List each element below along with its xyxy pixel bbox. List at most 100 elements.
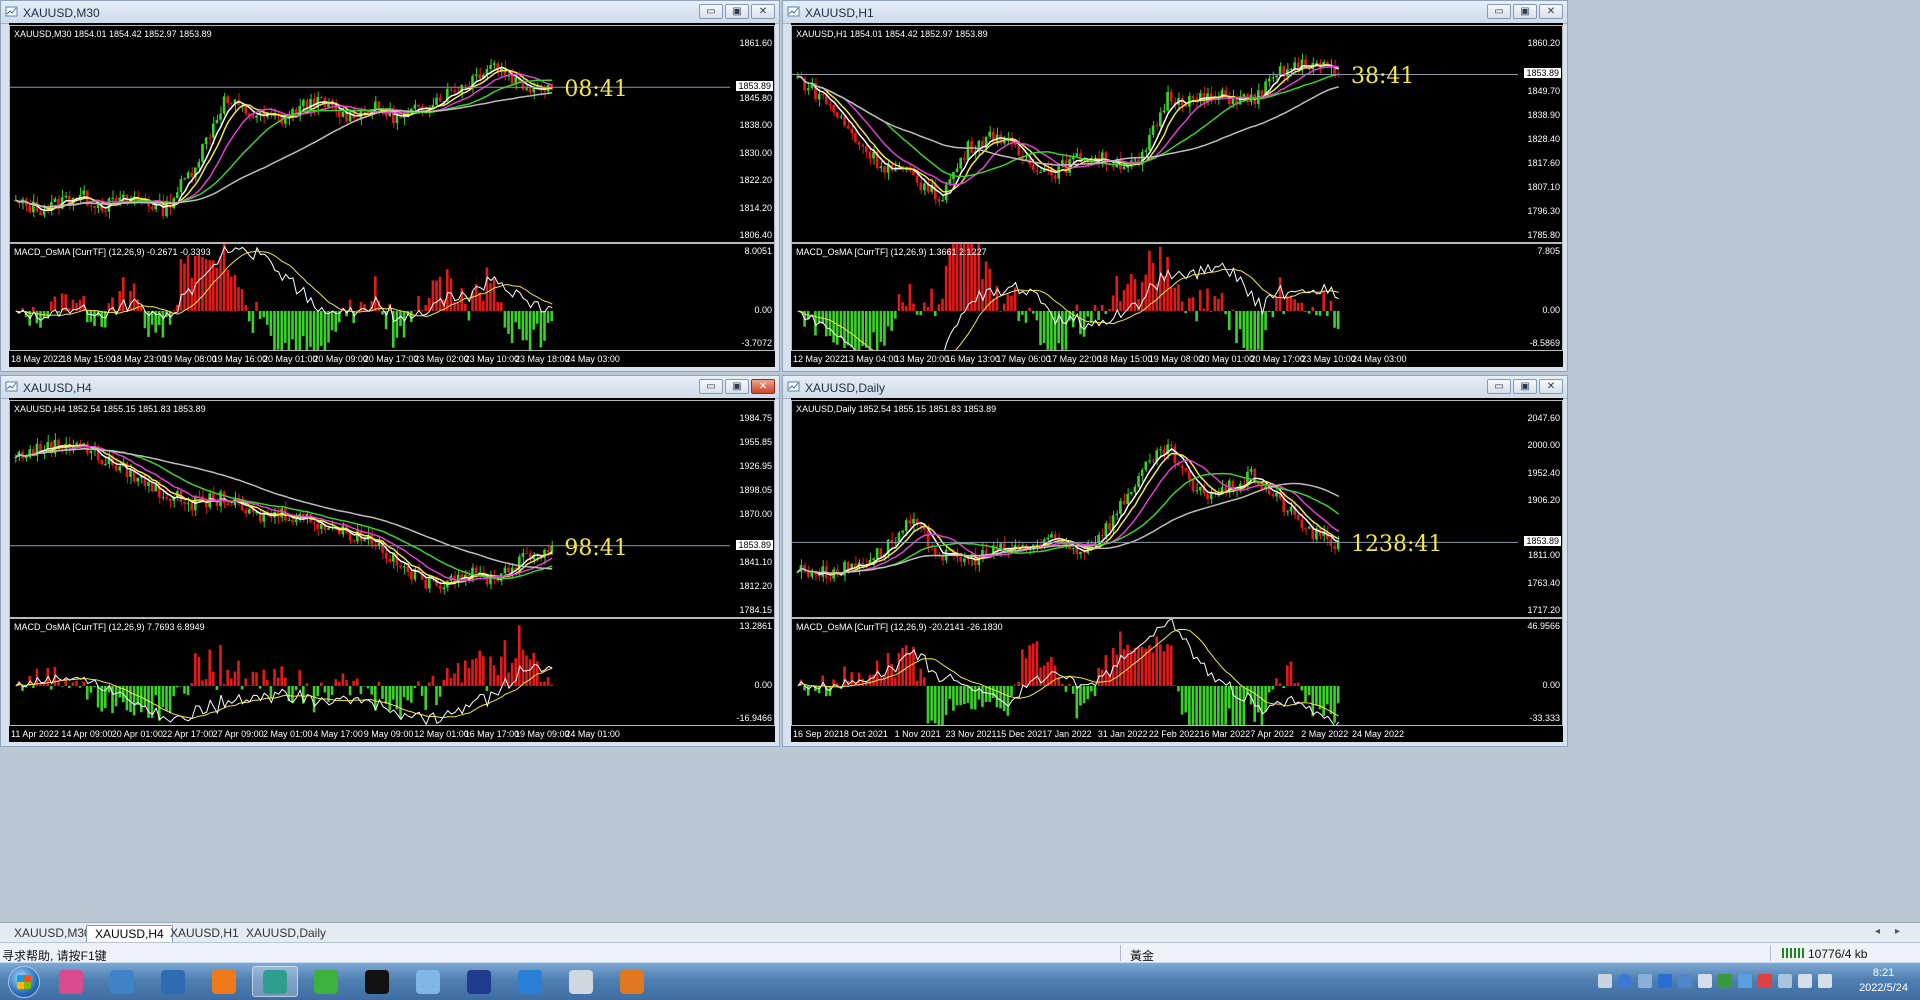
tray-sync-icon[interactable] <box>1778 974 1792 988</box>
time-axis[interactable]: 18 May 202218 May 15:0018 May 23:0019 Ma… <box>9 353 729 367</box>
minimize-button[interactable]: ▭ <box>699 4 723 19</box>
chart-area[interactable]: XAUUSD,Daily 1852.54 1855.15 1851.83 185… <box>791 398 1563 742</box>
candle <box>421 103 424 116</box>
taskbar-photoshop-button[interactable] <box>456 966 502 997</box>
taskbar-refresh-button[interactable] <box>201 966 247 997</box>
taskbar-app-button[interactable] <box>252 966 298 997</box>
chart-area[interactable]: XAUUSD,M30 1854.01 1854.42 1852.97 1853.… <box>9 23 775 367</box>
candle <box>876 548 879 560</box>
tab-xauusd-daily[interactable]: XAUUSD,Daily <box>238 925 334 941</box>
histogram-bar <box>1108 309 1111 311</box>
tray-shield-icon[interactable] <box>1678 974 1692 988</box>
close-button[interactable]: ✕ <box>751 379 775 394</box>
macd-pane[interactable]: MACD_OsMA [CurrTF] (12,26,9) -0.2671 -0.… <box>9 243 775 351</box>
maximize-button[interactable]: ▣ <box>725 379 749 394</box>
macd-axis[interactable]: 46.95660.00-33.333 <box>1516 619 1562 725</box>
histogram-bar <box>212 672 215 686</box>
histogram-bar <box>154 686 157 695</box>
macd-pane[interactable]: MACD_OsMA [CurrTF] (12,26,9) -20.2141 -2… <box>791 618 1563 726</box>
histogram-bar <box>540 311 543 348</box>
histogram-bar <box>259 311 262 319</box>
tray-help-icon[interactable] <box>1618 974 1632 988</box>
window-titlebar[interactable]: XAUUSD,M30 ▭ ▣ ✕ <box>1 1 779 24</box>
taskbar-capcut-button[interactable] <box>354 966 400 997</box>
time-axis[interactable]: 11 Apr 202214 Apr 09:0020 Apr 01:0022 Ap… <box>9 728 729 742</box>
chart-window-m30[interactable]: XAUUSD,M30 ▭ ▣ ✕ XAUUSD,M30 1854.01 1854… <box>0 0 780 372</box>
minimize-button[interactable]: ▭ <box>1487 4 1511 19</box>
tray-volume-icon[interactable] <box>1798 974 1812 988</box>
chart-window-daily[interactable]: XAUUSD,Daily ▭ ▣ ✕ XAUUSD,Daily 1852.54 … <box>782 375 1568 747</box>
price-axis[interactable]: 2047.602000.001952.401906.201811.001763.… <box>1516 401 1562 617</box>
histogram-bar <box>829 311 832 336</box>
tray-keyboard-icon[interactable] <box>1598 974 1612 988</box>
windows-logo-icon <box>17 975 31 989</box>
taskbar-monitor-button[interactable] <box>150 966 196 997</box>
histogram-bar <box>1181 686 1184 715</box>
minimize-button[interactable]: ▭ <box>699 379 723 394</box>
window-titlebar[interactable]: XAUUSD,H4 ▭ ▣ ✕ <box>1 376 779 399</box>
price-pane[interactable]: XAUUSD,M30 1854.01 1854.42 1852.97 1853.… <box>9 25 775 243</box>
taskbar-notes-button[interactable] <box>405 966 451 997</box>
histogram-bar <box>1126 284 1129 311</box>
maximize-button[interactable]: ▣ <box>1513 4 1537 19</box>
candle <box>1101 528 1104 539</box>
tray-speaker-icon[interactable] <box>1698 974 1712 988</box>
price-axis[interactable]: 1860.201849.701838.901828.401817.601807.… <box>1516 26 1562 242</box>
taskbar-people-button[interactable] <box>99 966 145 997</box>
time-axis[interactable]: 16 Sep 20218 Oct 20211 Nov 202123 Nov 20… <box>791 728 1517 742</box>
minimize-button[interactable]: ▭ <box>1487 379 1511 394</box>
taskbar-feedback-button[interactable] <box>507 966 553 997</box>
tray-network-icon[interactable] <box>1638 974 1652 988</box>
taskbar-wechat-button[interactable] <box>303 966 349 997</box>
histogram-bar <box>1337 686 1340 703</box>
price-axis[interactable]: 1861.601845.801838.001830.001822.201814.… <box>728 26 774 242</box>
tray-tool-icon[interactable] <box>1738 974 1752 988</box>
maximize-button[interactable]: ▣ <box>1513 379 1537 394</box>
candle <box>865 143 868 158</box>
time-axis[interactable]: 12 May 202213 May 04:0013 May 20:0016 Ma… <box>791 353 1517 367</box>
histogram-bar <box>1105 311 1108 314</box>
candle <box>1039 538 1042 551</box>
histogram-bar <box>956 686 959 705</box>
price-pane[interactable]: XAUUSD,Daily 1852.54 1855.15 1851.83 185… <box>791 400 1563 618</box>
tray-alert-icon[interactable] <box>1758 974 1772 988</box>
tab-xauusd-h1[interactable]: XAUUSD,H1 <box>162 925 247 941</box>
tray-app-icon[interactable] <box>1718 974 1732 988</box>
price-axis[interactable]: 1984.751955.851926.951898.051870.001841.… <box>728 401 774 617</box>
start-button[interactable] <box>8 966 40 998</box>
tab-xauusd-h4[interactable]: XAUUSD,H4 <box>86 925 173 942</box>
candle <box>111 190 114 205</box>
chart-area[interactable]: XAUUSD,H4 1852.54 1855.15 1851.83 1853.8… <box>9 398 775 742</box>
histogram-bar <box>223 684 226 686</box>
tray-bluetooth-icon[interactable] <box>1658 974 1672 988</box>
window-titlebar[interactable]: XAUUSD,Daily ▭ ▣ ✕ <box>783 376 1567 399</box>
close-button[interactable]: ✕ <box>751 4 775 19</box>
macd-pane[interactable]: MACD_OsMA [CurrTF] (12,26,9) 7.7693 6.89… <box>9 618 775 726</box>
price-pane[interactable]: XAUUSD,H1 1854.01 1854.42 1852.97 1853.8… <box>791 25 1563 243</box>
tab-xauusd-m30[interactable]: XAUUSD,M30 <box>6 925 99 941</box>
chart-area[interactable]: XAUUSD,H1 1854.01 1854.42 1852.97 1853.8… <box>791 23 1563 367</box>
price-pane[interactable]: XAUUSD,H4 1852.54 1855.15 1851.83 1853.8… <box>9 400 775 618</box>
histogram-bar <box>316 686 319 696</box>
candle <box>1115 510 1118 520</box>
macd-pane[interactable]: MACD_OsMA [CurrTF] (12,26,9) 1.3661 2.12… <box>791 243 1563 351</box>
close-button[interactable]: ✕ <box>1539 379 1563 394</box>
chart-window-h4[interactable]: XAUUSD,H4 ▭ ▣ ✕ XAUUSD,H4 1852.54 1855.1… <box>0 375 780 747</box>
macd-axis[interactable]: 13.28610.00-16.9466 <box>728 619 774 725</box>
taskbar-paint-button[interactable] <box>48 966 94 997</box>
close-button[interactable]: ✕ <box>1539 4 1563 19</box>
chart-window-h1[interactable]: XAUUSD,H1 ▭ ▣ ✕ XAUUSD,H1 1854.01 1854.4… <box>782 0 1568 372</box>
macd-axis[interactable]: 7.8050.00-8.5869 <box>1516 244 1562 350</box>
maximize-button[interactable]: ▣ <box>725 4 749 19</box>
candle <box>288 518 291 522</box>
window-titlebar[interactable]: XAUUSD,H1 ▭ ▣ ✕ <box>783 1 1567 24</box>
histogram-bar <box>468 311 471 321</box>
histogram-bar <box>244 305 247 311</box>
macd-axis[interactable]: 8.00510.00-3.7072 <box>728 244 774 350</box>
tray-signal-icon[interactable] <box>1818 974 1832 988</box>
taskbar-clock[interactable]: 8:21 2022/5/24 <box>1859 966 1908 996</box>
tab-scroll-left-icon[interactable]: ◂ <box>1875 926 1880 937</box>
taskbar-calculator-button[interactable] <box>558 966 604 997</box>
taskbar-media-player-button[interactable] <box>609 966 655 997</box>
tab-scroll-right-icon[interactable]: ▸ <box>1895 926 1900 937</box>
